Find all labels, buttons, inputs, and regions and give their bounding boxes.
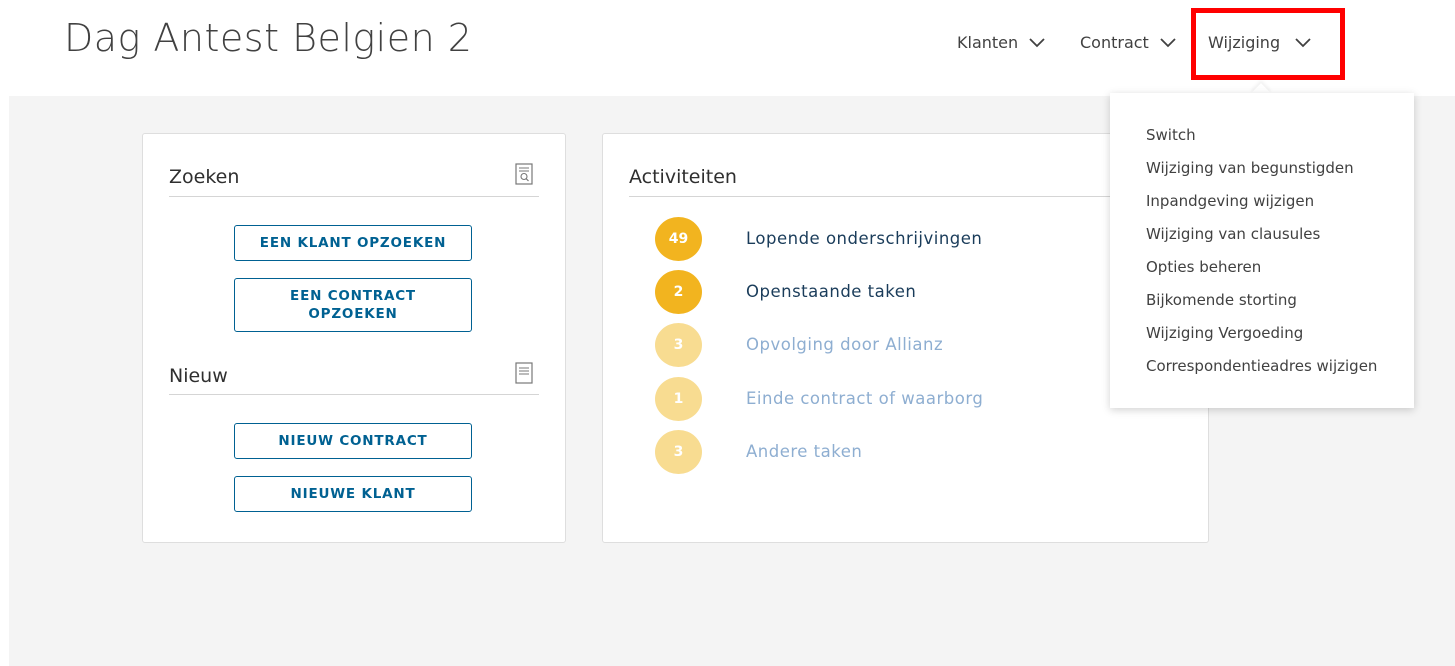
activity-item[interactable]: 49 Lopende onderschrijvingen [655,217,982,261]
new-client-button[interactable]: NIEUWE KLANT [234,476,472,512]
find-client-button[interactable]: EEN KLANT OPZOEKEN [234,225,472,261]
find-contract-button[interactable]: EEN CONTRACT OPZOEKEN [234,278,472,332]
activity-label: Openstaande taken [746,282,917,301]
activity-label: Einde contract of waarborg [746,389,984,408]
count-badge: 1 [655,377,702,421]
activity-label: Opvolging door Allianz [746,335,944,354]
menu-item-switch[interactable]: Switch [1146,126,1196,144]
menu-item-correspondence-address[interactable]: Correspondentieadres wijzigen [1146,357,1377,375]
count-badge: 3 [655,323,702,367]
count-badge: 3 [655,430,702,474]
search-document-icon[interactable] [515,163,533,185]
count-badge: 49 [655,217,702,261]
divider [169,196,539,197]
menu-item-clauses[interactable]: Wijziging van clausules [1146,225,1320,243]
nav-klanten[interactable]: Klanten [957,31,1046,53]
highlight-box [1191,8,1345,80]
wijziging-dropdown-menu: Switch Wijziging van begunstigden Inpand… [1110,93,1414,408]
activity-item[interactable]: 2 Openstaande taken [655,270,916,314]
nav-contract[interactable]: Contract [1080,31,1177,53]
new-section-title: Nieuw [169,365,228,387]
new-contract-button[interactable]: NIEUW CONTRACT [234,423,472,459]
header: Dag Antest Belgien 2 Klanten Contract Wi… [0,0,1455,96]
search-section-title: Zoeken [169,166,240,188]
menu-item-beneficiaries[interactable]: Wijziging van begunstigden [1146,159,1354,177]
activity-label: Andere taken [746,442,863,461]
activity-item[interactable]: 3 Andere taken [655,430,862,474]
page-title: Dag Antest Belgien 2 [64,16,473,60]
count-badge: 2 [655,270,702,314]
divider [169,394,539,395]
menu-item-compensation[interactable]: Wijziging Vergoeding [1146,324,1303,342]
menu-item-additional-deposit[interactable]: Bijkomende storting [1146,291,1297,309]
chevron-down-icon [1029,38,1045,48]
menu-item-options[interactable]: Opties beheren [1146,258,1261,276]
nav-klanten-label: Klanten [957,32,1019,52]
nav-contract-label: Contract [1080,32,1149,52]
divider [629,196,1189,197]
activity-item[interactable]: 3 Opvolging door Allianz [655,323,943,367]
chevron-down-icon [1160,38,1176,48]
activities-title: Activiteiten [629,166,737,188]
activity-label: Lopende onderschrijvingen [746,229,983,248]
document-icon[interactable] [515,362,533,384]
menu-item-pledge[interactable]: Inpandgeving wijzigen [1146,192,1314,210]
activity-item[interactable]: 1 Einde contract of waarborg [655,377,983,421]
search-card: Zoeken EEN KLANT OPZOEKEN EEN CONTRACT O… [142,133,566,543]
